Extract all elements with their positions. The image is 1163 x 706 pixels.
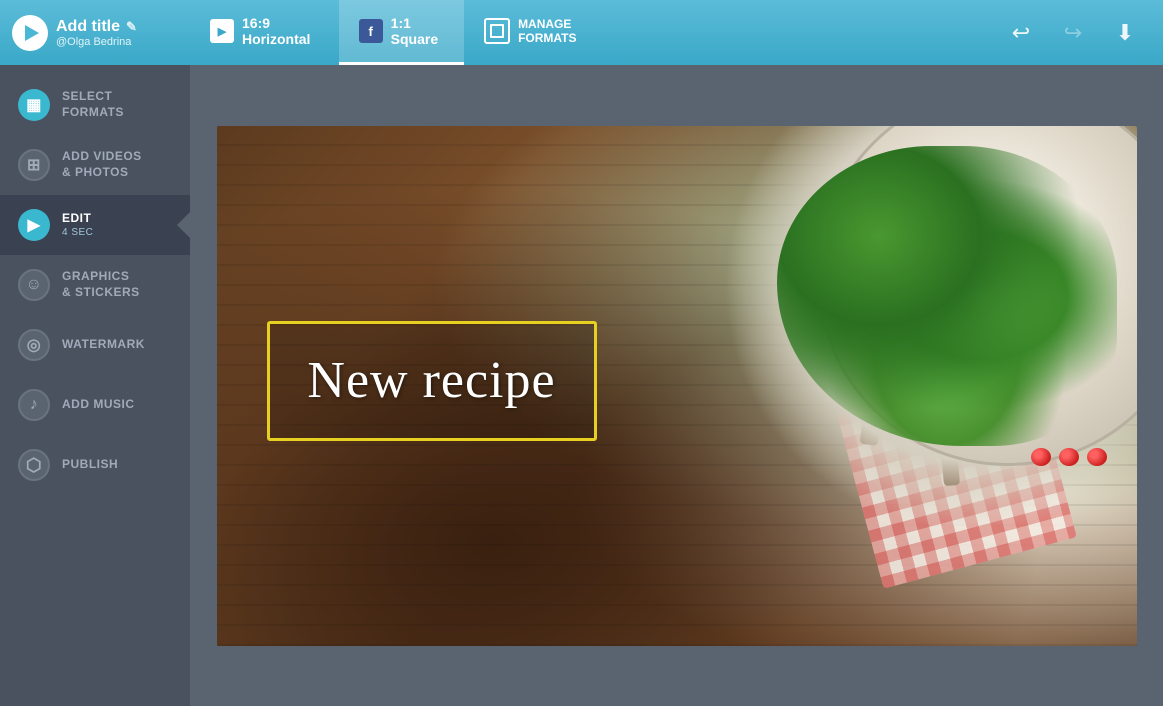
facebook-icon: f bbox=[359, 19, 383, 43]
tomato-2 bbox=[1059, 448, 1079, 466]
salad-area bbox=[717, 126, 1137, 526]
tab-horizontal[interactable]: ▶ 16:9 Horizontal bbox=[190, 0, 339, 65]
sidebar-label-graphics: GRAPHICS & STICKERS bbox=[62, 269, 140, 300]
tab-horizontal-icon-wrap: ▶ bbox=[210, 18, 234, 44]
recipe-text[interactable]: New recipe bbox=[307, 351, 555, 410]
sidebar-item-edit[interactable]: ▶ EDIT 4 sec bbox=[0, 195, 190, 255]
brand-logo bbox=[12, 15, 48, 51]
redo-button[interactable]: ↪ bbox=[1055, 15, 1091, 51]
sidebar-item-select-formats[interactable]: ▦ SELECT FORMATS bbox=[0, 75, 190, 135]
download-button[interactable]: ⬇ bbox=[1107, 15, 1143, 51]
brand-text: Add title ✎ @Olga Bedrina bbox=[56, 18, 137, 48]
sidebar-label-publish: PUBLISH bbox=[62, 457, 118, 473]
brand-subtitle: @Olga Bedrina bbox=[56, 36, 137, 48]
add-music-icon: ♪ bbox=[18, 389, 50, 421]
sidebar-item-graphics[interactable]: ☺ GRAPHICS & STICKERS bbox=[0, 255, 190, 315]
tab-square[interactable]: f 1:1 Square bbox=[339, 0, 464, 65]
sidebar-item-watermark[interactable]: ◎ WATERMARK bbox=[0, 315, 190, 375]
graphics-icon: ☺ bbox=[18, 269, 50, 301]
main-area: ▦ SELECT FORMATS ⊞ ADD VIDEOS & PHOTOS ▶… bbox=[0, 65, 1163, 706]
canvas-area: New recipe bbox=[190, 65, 1163, 706]
tab-manage-icon-wrap bbox=[484, 18, 510, 44]
tomato-3 bbox=[1087, 448, 1107, 466]
horizontal-icon: ▶ bbox=[210, 19, 234, 43]
sidebar-label-add-music: ADD MUSIC bbox=[62, 397, 135, 413]
video-canvas[interactable]: New recipe bbox=[217, 126, 1137, 646]
tab-horizontal-label: 16:9 Horizontal bbox=[242, 15, 319, 47]
add-videos-icon: ⊞ bbox=[18, 149, 50, 181]
select-formats-icon: ▦ bbox=[18, 89, 50, 121]
tab-manage-formats[interactable]: MANAGE FORMATS bbox=[464, 0, 596, 65]
tomatoes bbox=[1031, 448, 1107, 466]
tab-square-icon-wrap: f bbox=[359, 18, 383, 44]
sidebar-item-publish[interactable]: ⬡ PUBLISH bbox=[0, 435, 190, 495]
edit-title-icon[interactable]: ✎ bbox=[126, 19, 137, 35]
tomato-1 bbox=[1031, 448, 1051, 466]
title-text[interactable]: Add title bbox=[56, 18, 120, 36]
edit-icon: ▶ bbox=[18, 209, 50, 241]
sidebar-label-edit: EDIT 4 sec bbox=[62, 211, 93, 240]
undo-button[interactable]: ↩ bbox=[1003, 15, 1039, 51]
sidebar-label-select-formats: SELECT FORMATS bbox=[62, 89, 124, 120]
sidebar-item-add-videos[interactable]: ⊞ ADD VIDEOS & PHOTOS bbox=[0, 135, 190, 195]
brand-title: Add title ✎ bbox=[56, 18, 137, 36]
tab-manage-label: MANAGE FORMATS bbox=[518, 17, 576, 46]
play-icon bbox=[25, 25, 39, 41]
sidebar: ▦ SELECT FORMATS ⊞ ADD VIDEOS & PHOTOS ▶… bbox=[0, 65, 190, 706]
sidebar-label-add-videos: ADD VIDEOS & PHOTOS bbox=[62, 149, 142, 180]
greens bbox=[777, 146, 1117, 446]
tab-square-label: 1:1 Square bbox=[391, 15, 444, 47]
header-actions: ↩ ↪ ⬇ bbox=[1003, 15, 1163, 51]
sidebar-item-add-music[interactable]: ♪ ADD MUSIC bbox=[0, 375, 190, 435]
format-tabs: ▶ 16:9 Horizontal f 1:1 Square MANAGE FO… bbox=[190, 0, 597, 65]
publish-icon: ⬡ bbox=[18, 449, 50, 481]
text-overlay-box[interactable]: New recipe bbox=[267, 321, 597, 441]
watermark-icon: ◎ bbox=[18, 329, 50, 361]
brand-area: Add title ✎ @Olga Bedrina bbox=[0, 15, 190, 51]
manage-formats-icon bbox=[484, 18, 510, 44]
app-header: Add title ✎ @Olga Bedrina ▶ 16:9 Horizon… bbox=[0, 0, 1163, 65]
sidebar-label-watermark: WATERMARK bbox=[62, 337, 145, 353]
